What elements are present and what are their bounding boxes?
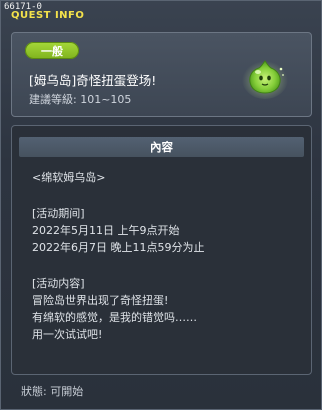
content-line: 有绵软的感觉，是我的错觉吗…… bbox=[32, 311, 197, 324]
content-panel: 內容 <绵软姆乌岛> [活动期间] 2022年5月11日 上午9点开始 2022… bbox=[11, 125, 312, 375]
content-section-header: 內容 bbox=[19, 137, 304, 157]
content-line: 用一次试试吧! bbox=[32, 328, 103, 341]
content-line: [活动内容] bbox=[32, 277, 85, 290]
category-badge: 一般 bbox=[25, 42, 79, 59]
quest-name: [姆乌岛]奇怪扭蛋登场! bbox=[29, 73, 157, 88]
quest-status: 狀態: 可開始 bbox=[21, 385, 84, 398]
level-range: 建議等級: 101~105 bbox=[29, 93, 132, 106]
green-slime-icon bbox=[242, 59, 288, 99]
content-line: [活动期间] bbox=[32, 207, 85, 220]
content-line: 2022年5月11日 上午9点开始 bbox=[32, 224, 180, 237]
content-line: 2022年6月7日 晚上11点59分为止 bbox=[32, 241, 205, 254]
content-line: 冒险岛世界出现了奇怪扭蛋! bbox=[32, 294, 169, 307]
quest-header-panel: 一般 [姆乌岛]奇怪扭蛋登场! 建議等級: 101~105 bbox=[11, 32, 312, 117]
window-title: QUEST INFO bbox=[11, 10, 85, 21]
quest-info-window: 66171-0 QUEST INFO 一般 [姆乌岛]奇怪扭蛋登场! 建議等級:… bbox=[0, 0, 322, 410]
content-line: <绵软姆乌岛> bbox=[32, 171, 106, 184]
